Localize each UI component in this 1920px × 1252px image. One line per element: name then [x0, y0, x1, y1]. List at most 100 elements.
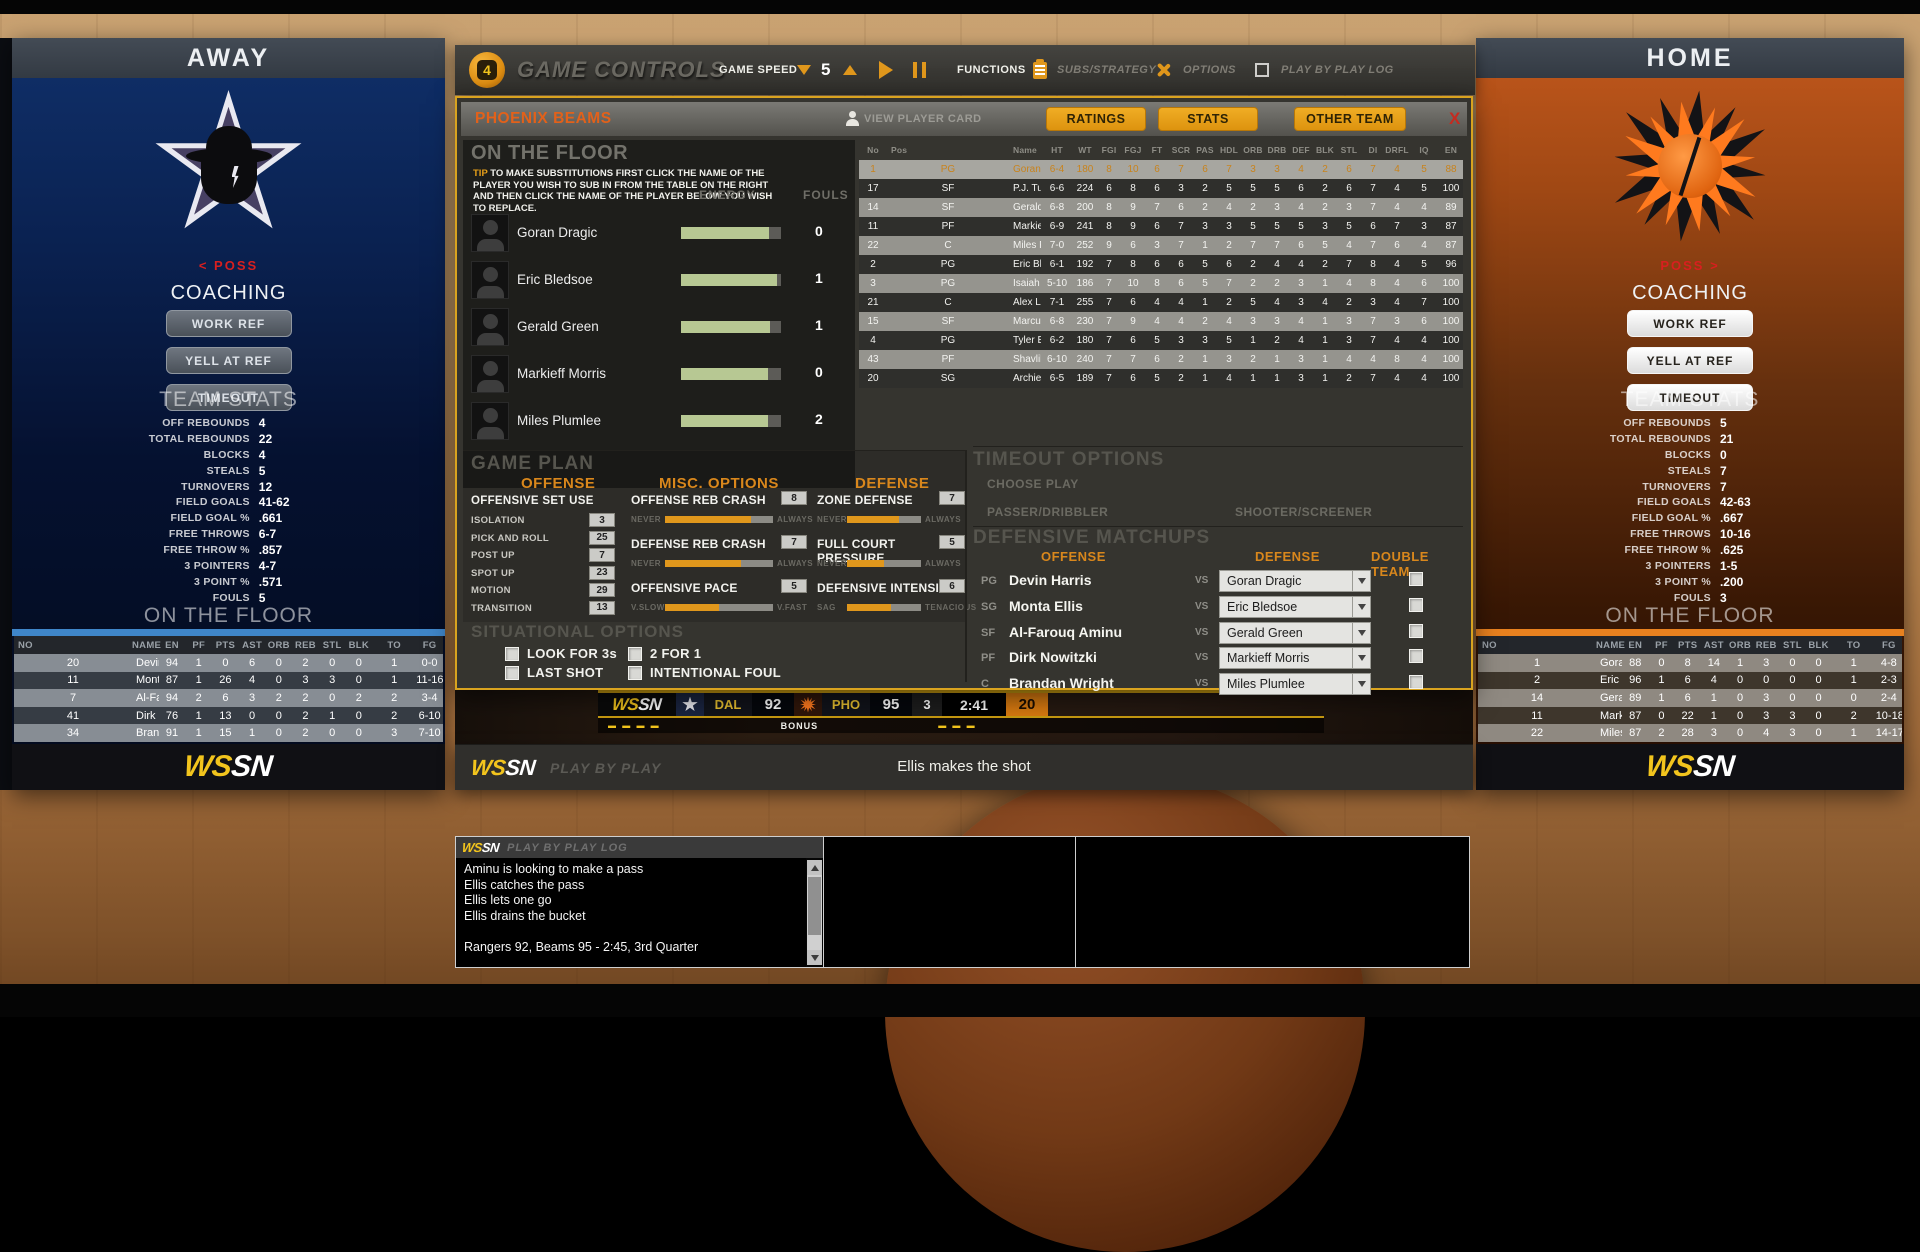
- double-team-checkbox[interactable]: [1409, 572, 1423, 586]
- cell: 4: [1265, 293, 1289, 312]
- clipboard-icon[interactable]: [1033, 45, 1047, 95]
- intentional-foul-option[interactable]: INTENTIONAL FOUL: [628, 665, 781, 680]
- table-row[interactable]: 20Devin Harris94106020010-0: [14, 654, 443, 672]
- table-row[interactable]: 14Gerald Green89161030002-4: [1478, 689, 1902, 707]
- cell: Al-Farouq Aminu: [132, 689, 159, 707]
- stat-row: FIELD GOALS 42-63: [1476, 494, 1904, 510]
- floor-player-row[interactable]: Eric Bledsoe 1: [463, 257, 855, 304]
- view-player-card-button[interactable]: VIEW PLAYER CARD: [846, 111, 982, 126]
- subs-strategy-button[interactable]: SUBS/STRATEGY: [1057, 45, 1156, 95]
- table-row[interactable]: 22Miles Plumlee8722830430114-17: [1478, 724, 1902, 742]
- roster-row[interactable]: 2PGEric Bledsoe6-11927866562442784596: [859, 255, 1463, 274]
- player-name[interactable]: Gerald Green: [517, 319, 599, 334]
- roster-row[interactable]: 22CMiles Plumlee7-02529637127765476487: [859, 236, 1463, 255]
- roster-row[interactable]: 17SFP.J. Tucker6-622468632555626745100: [859, 179, 1463, 198]
- player-name[interactable]: Goran Dragic: [517, 225, 597, 240]
- cell: 3: [1241, 160, 1265, 179]
- roster-row[interactable]: 11PFMarkieff Morris6-9241896733555356738…: [859, 217, 1463, 236]
- double-team-checkbox[interactable]: [1409, 649, 1423, 663]
- speed-up-icon[interactable]: [843, 45, 857, 95]
- table-row[interactable]: 11Monta Ellis8712640330111-16: [14, 672, 443, 690]
- table-row[interactable]: 7Al-Farouq Aminu94263220223-4: [14, 689, 443, 707]
- 2-for-1-option[interactable]: 2 FOR 1: [628, 646, 701, 661]
- column-header: REB: [292, 636, 319, 654]
- scrollbar-thumb[interactable]: [808, 877, 821, 935]
- set-use-value[interactable]: 13: [589, 601, 615, 615]
- double-team-checkbox[interactable]: [1409, 598, 1423, 612]
- pause-icon[interactable]: [913, 45, 926, 95]
- chevron-down-icon[interactable]: [1352, 648, 1370, 668]
- player-name[interactable]: Markieff Morris: [517, 366, 606, 381]
- defender-dropdown[interactable]: Gerald Green: [1219, 622, 1371, 644]
- slider[interactable]: [847, 560, 921, 567]
- set-use-value[interactable]: 3: [589, 513, 615, 527]
- roster-row[interactable]: 1PGGoran Dragic6-418081067673342674588: [859, 160, 1463, 179]
- scroll-up-icon[interactable]: [807, 860, 822, 875]
- away-work-ref-button[interactable]: WORK REF: [166, 310, 292, 337]
- away-yell-at-ref-button[interactable]: YELL AT REF: [166, 347, 292, 374]
- play-by-play-log-button[interactable]: PLAY BY PLAY LOG: [1281, 45, 1394, 95]
- roster-row[interactable]: 4PGTyler Ennis6-218076533512413744100: [859, 331, 1463, 350]
- cell: 3: [1289, 293, 1313, 312]
- defender-dropdown[interactable]: Goran Dragic: [1219, 570, 1371, 592]
- set-use-value[interactable]: 7: [589, 548, 615, 562]
- defender-dropdown[interactable]: Markieff Morris: [1219, 647, 1371, 669]
- cell: 6: [212, 689, 239, 707]
- look-for-3s-option[interactable]: LOOK FOR 3s: [505, 646, 617, 661]
- floor-player-row[interactable]: Markieff Morris 0: [463, 351, 855, 398]
- table-row[interactable]: 41Dirk Nowitzki761130021026-10: [14, 707, 443, 725]
- slider[interactable]: [847, 604, 921, 611]
- slider-fill: [665, 604, 719, 611]
- stats-button[interactable]: STATS: [1158, 107, 1258, 131]
- ratings-button[interactable]: RATINGS: [1046, 107, 1146, 131]
- checkbox-icon[interactable]: [505, 666, 519, 680]
- player-name[interactable]: Eric Bledsoe: [517, 272, 593, 287]
- log-scrollbar[interactable]: [807, 860, 822, 965]
- roster-row[interactable]: 14SFGerald Green6-82008976242342374489: [859, 198, 1463, 217]
- slider[interactable]: [847, 516, 921, 523]
- chevron-down-icon[interactable]: [1352, 597, 1370, 617]
- stat-label: TURNOVERS: [12, 481, 259, 493]
- set-use-value[interactable]: 29: [589, 583, 615, 597]
- chevron-down-icon[interactable]: [1352, 571, 1370, 591]
- table-row[interactable]: 11Markieff Morris8702210330210-18: [1478, 707, 1902, 725]
- roster-row[interactable]: 15SFMarcus Morris6-823079442433413736100: [859, 312, 1463, 331]
- set-use-value[interactable]: 25: [589, 531, 615, 545]
- chevron-down-icon[interactable]: [1352, 623, 1370, 643]
- floor-player-row[interactable]: Miles Plumlee 2: [463, 398, 855, 445]
- roster-row[interactable]: 43PFShavlik Randolph6-102407762132131448…: [859, 350, 1463, 369]
- double-team-checkbox[interactable]: [1409, 624, 1423, 638]
- set-use-value[interactable]: 23: [589, 566, 615, 580]
- scroll-down-icon[interactable]: [807, 950, 822, 965]
- log-window-icon[interactable]: [1255, 45, 1269, 95]
- slider[interactable]: [665, 516, 773, 523]
- cell: 2: [1241, 198, 1265, 217]
- options-button[interactable]: OPTIONS: [1183, 45, 1236, 95]
- home-yell-at-ref-button[interactable]: YELL AT REF: [1627, 347, 1753, 374]
- table-row[interactable]: 34Brandan Wright911151020037-10: [14, 724, 443, 742]
- slider[interactable]: [665, 560, 773, 567]
- table-row[interactable]: 1Goran Dragic880814130014-8: [1478, 654, 1902, 672]
- chevron-down-icon[interactable]: [1352, 674, 1370, 694]
- last-shot-option[interactable]: LAST SHOT: [505, 665, 603, 680]
- play-icon[interactable]: [879, 45, 893, 95]
- player-name[interactable]: Miles Plumlee: [517, 413, 601, 428]
- roster-row[interactable]: 3PGIsaiah Thomas5-1018671086572231484610…: [859, 274, 1463, 293]
- defender-dropdown[interactable]: Miles Plumlee: [1219, 673, 1371, 695]
- checkbox-icon[interactable]: [505, 647, 519, 661]
- table-row[interactable]: 2Eric Bledsoe96164000012-3: [1478, 672, 1902, 690]
- checkbox-icon[interactable]: [628, 666, 642, 680]
- speed-down-icon[interactable]: [797, 45, 811, 95]
- roster-row[interactable]: 20SGArchie Goodwin6-51897652141131274410…: [859, 369, 1463, 388]
- floor-player-row[interactable]: Goran Dragic 0: [463, 210, 855, 257]
- slider[interactable]: [665, 604, 773, 611]
- other-team-button[interactable]: OTHER TEAM: [1294, 107, 1406, 131]
- checkbox-icon[interactable]: [628, 647, 642, 661]
- defender-dropdown[interactable]: Eric Bledsoe: [1219, 596, 1371, 618]
- close-icon[interactable]: X: [1449, 109, 1460, 129]
- floor-player-row[interactable]: Gerald Green 1: [463, 304, 855, 351]
- double-team-checkbox[interactable]: [1409, 675, 1423, 689]
- tools-icon[interactable]: [1155, 45, 1171, 95]
- roster-row[interactable]: 21CAlex Len7-125576441254342347100: [859, 293, 1463, 312]
- home-work-ref-button[interactable]: WORK REF: [1627, 310, 1753, 337]
